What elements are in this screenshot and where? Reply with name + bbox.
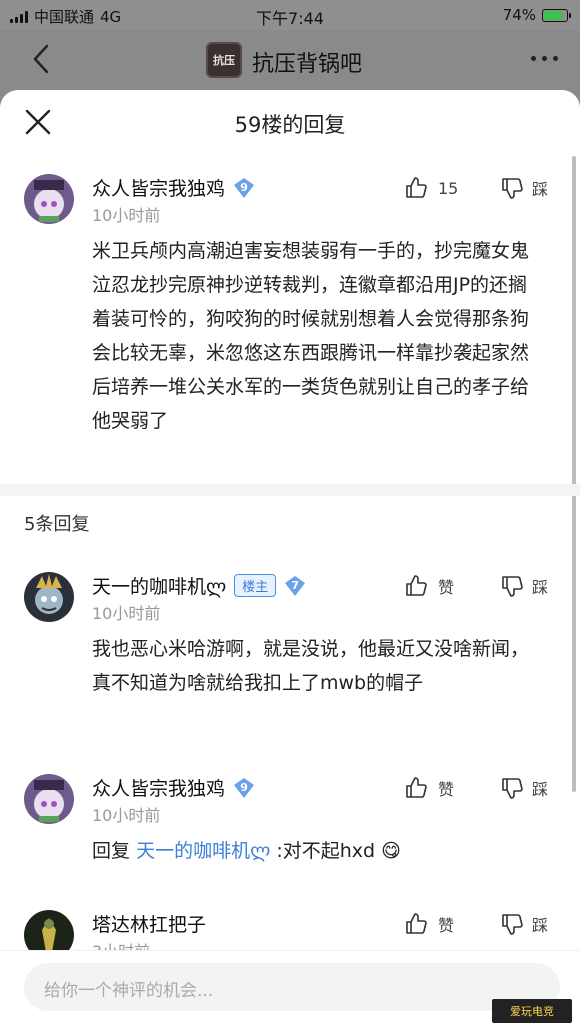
- watermark-logo: 爱玩电竞: [492, 999, 572, 1023]
- dislike-button[interactable]: 踩: [500, 776, 548, 800]
- thumbs-up-icon: [406, 913, 427, 934]
- more-options-button[interactable]: [531, 56, 558, 61]
- reply-content: :对不起hxd: [276, 840, 376, 862]
- username[interactable]: 塔达林扛把子: [92, 910, 206, 937]
- like-label: 赞: [438, 578, 455, 597]
- reply-text: 我也恶心米哈游啊，就是没说，他最近又没啥新闻，真不知道为啥就给我扣上了mwb的帽…: [92, 638, 530, 694]
- avatar[interactable]: [24, 572, 74, 622]
- username-row: 塔达林扛把子: [92, 910, 206, 937]
- dislike-label: 踩: [532, 180, 549, 199]
- comment-input[interactable]: 给你一个神评的机会...: [24, 963, 560, 1011]
- comment-text: 米卫兵颅内高潮迫害妄想装弱有一手的，抄完魔女鬼泣忍龙抄完原神抄逆转裁判，连徽章都…: [92, 240, 530, 432]
- username[interactable]: 众人皆宗我独鸡: [92, 174, 225, 201]
- emoji-icon: 😋: [381, 840, 401, 862]
- thumbs-down-icon: [502, 914, 523, 935]
- reply-text: 回复 天一的咖啡机ლ :对不起hxd 😋: [92, 834, 542, 868]
- level-badge: 9: [233, 177, 255, 199]
- timestamp: 10小时前: [92, 206, 161, 225]
- dislike-label: 踩: [532, 780, 549, 799]
- dislike-label: 踩: [532, 578, 549, 597]
- reply-sheet: 59楼的回复 众人皆宗我独鸡 9 10小时前 15 踩 米卫兵颅内高潮迫害妄想装…: [0, 90, 580, 1031]
- status-bar: 中国联通 4G 下午7:44 74%: [0, 0, 580, 30]
- like-label: 赞: [438, 916, 455, 935]
- battery-percent: 74%: [502, 6, 536, 24]
- username-row: 天一的咖啡机ლ 楼主 7: [92, 572, 306, 599]
- thumbs-up-icon: [406, 777, 427, 798]
- like-button[interactable]: 赞: [404, 574, 454, 598]
- op-badge: 楼主: [234, 574, 277, 597]
- username-row: 众人皆宗我独鸡 9: [92, 774, 255, 801]
- timestamp: 10小时前: [92, 806, 161, 825]
- like-button[interactable]: 15: [404, 176, 458, 200]
- username[interactable]: 众人皆宗我独鸡: [92, 774, 225, 801]
- thumbs-down-icon: [502, 576, 523, 597]
- timestamp: 10小时前: [92, 604, 161, 623]
- sheet-header: 59楼的回复: [0, 90, 580, 154]
- like-label: 赞: [438, 780, 455, 799]
- level-badge: 7: [284, 575, 306, 597]
- dislike-button[interactable]: 踩: [500, 176, 548, 200]
- divider: [0, 484, 580, 496]
- like-button[interactable]: 赞: [404, 912, 454, 936]
- forum-title[interactable]: 抗压背锅吧: [252, 46, 362, 78]
- mention-link[interactable]: 天一的咖啡机ლ: [136, 840, 270, 862]
- clock: 下午7:44: [256, 9, 324, 28]
- dislike-label: 踩: [532, 916, 549, 935]
- thumbs-down-icon: [502, 778, 523, 799]
- battery-icon: [542, 8, 571, 22]
- like-count: 15: [438, 178, 459, 198]
- dislike-button[interactable]: 踩: [500, 574, 548, 598]
- avatar[interactable]: [24, 174, 74, 224]
- dislike-button[interactable]: 踩: [500, 912, 548, 936]
- avatar[interactable]: [24, 774, 74, 824]
- chevron-left-icon: [33, 44, 49, 74]
- thumbs-up-icon: [406, 575, 427, 596]
- top-nav: 抗压 抗压背锅吧: [0, 30, 580, 90]
- scrollbar[interactable]: [572, 156, 576, 792]
- level-badge: 9: [233, 777, 255, 799]
- forum-logo[interactable]: 抗压: [206, 42, 242, 78]
- reply-prefix: 回复: [92, 840, 131, 862]
- username[interactable]: 天一的咖啡机ლ: [92, 572, 226, 599]
- like-button[interactable]: 赞: [404, 776, 454, 800]
- reply-count: 5条回复: [24, 514, 90, 535]
- username-row: 众人皆宗我独鸡 9: [92, 174, 255, 201]
- thumbs-down-icon: [502, 178, 523, 199]
- sheet-title: 59楼的回复: [234, 113, 346, 137]
- back-button[interactable]: [26, 42, 56, 76]
- thumbs-up-icon: [406, 177, 427, 198]
